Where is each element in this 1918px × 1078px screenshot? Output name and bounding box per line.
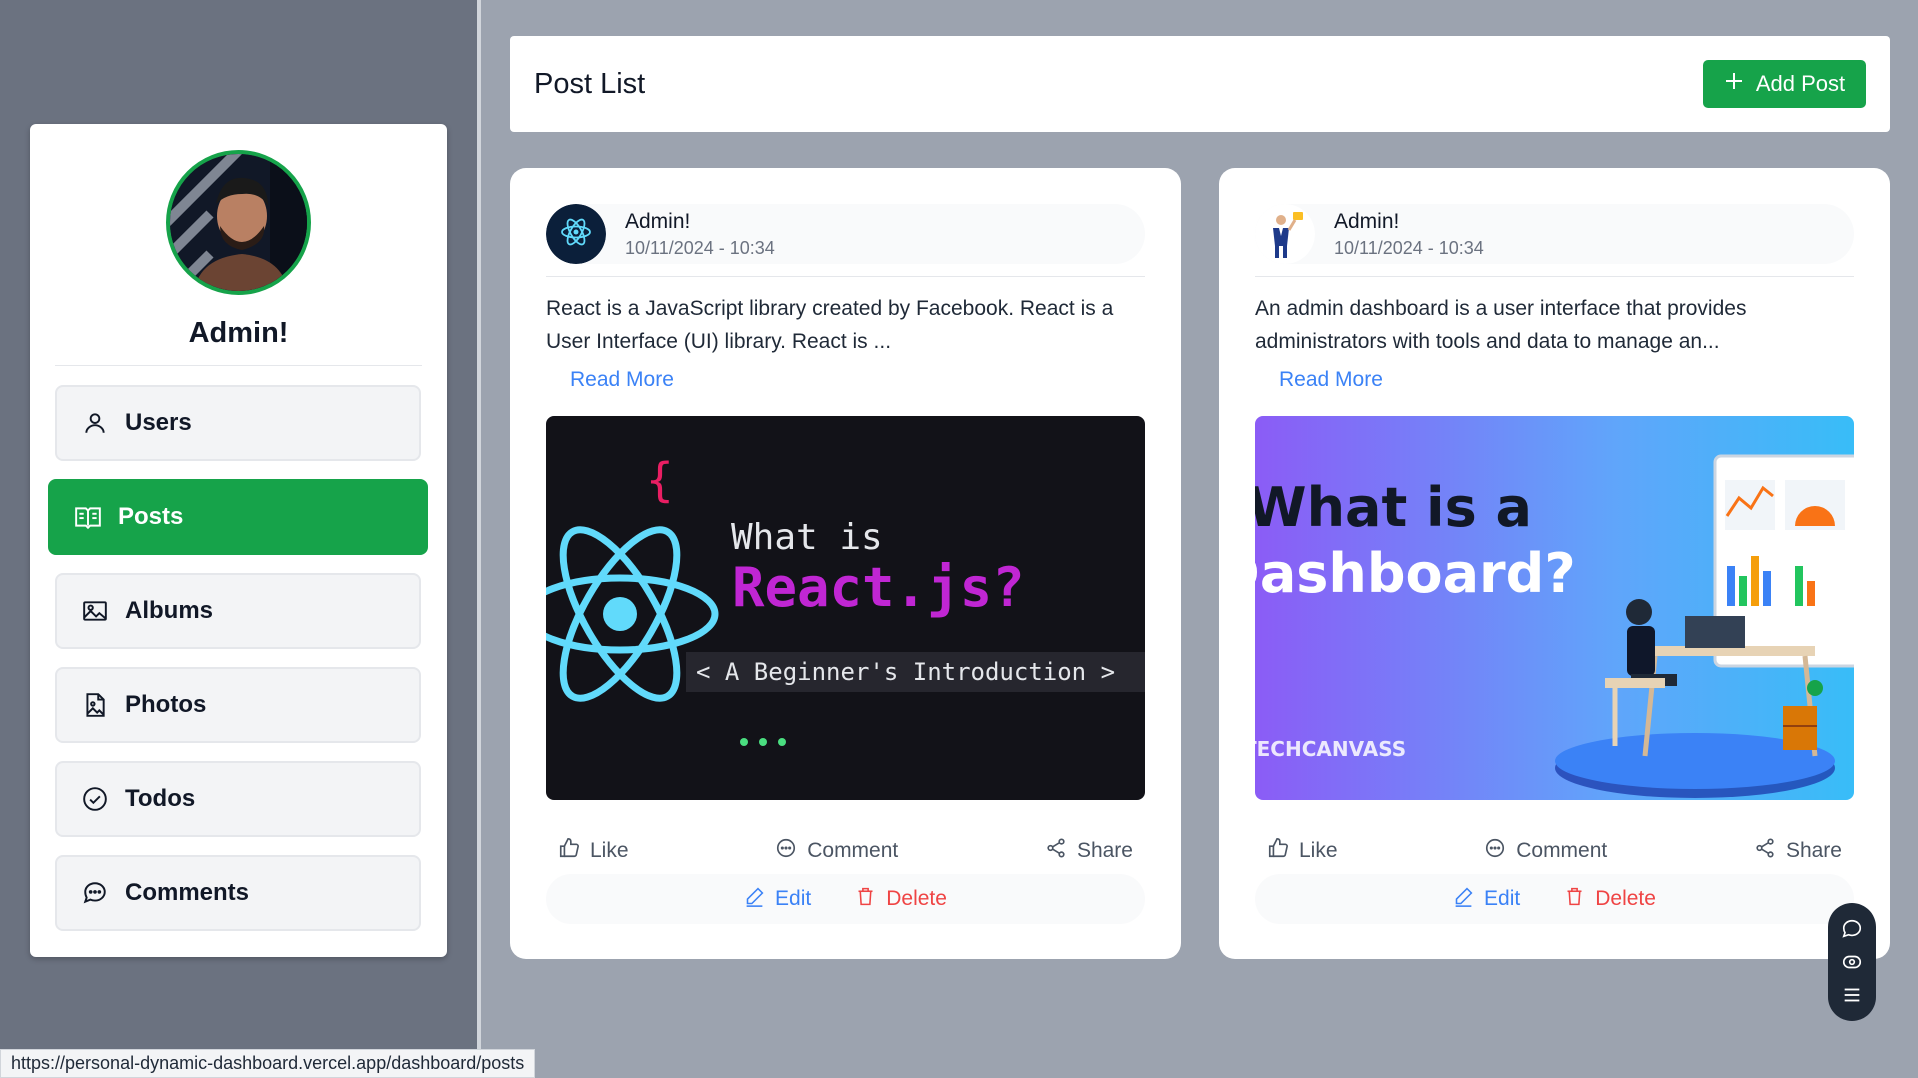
sidebar-item-photos[interactable]: Photos — [55, 667, 421, 743]
edit-label: Edit — [775, 887, 812, 910]
sidebar-divider — [477, 0, 481, 1078]
comment-label: Comment — [1516, 839, 1608, 862]
pencil-icon — [744, 886, 765, 913]
sidebar-item-label: Todos — [125, 785, 196, 812]
post-date: 10/11/2024 - 10:34 — [1334, 237, 1484, 258]
edit-button[interactable]: Edit — [744, 886, 811, 913]
delete-label: Delete — [1595, 887, 1656, 910]
delete-label: Delete — [886, 887, 947, 910]
comment-button[interactable]: Comment — [775, 837, 898, 865]
post-card: Admin! 10/11/2024 - 10:34 React is a Jav… — [510, 168, 1181, 959]
svg-text:{: { — [646, 453, 674, 507]
chat-bubble-icon[interactable] — [1841, 918, 1863, 940]
chat-icon — [81, 879, 109, 907]
post-actions: Like Comment Share — [546, 831, 1145, 871]
book-icon — [74, 503, 102, 531]
share-icon — [1754, 837, 1776, 865]
post-image: { What is React.js? < A Beginner's Intro… — [546, 416, 1145, 800]
edit-button[interactable]: Edit — [1453, 886, 1520, 913]
delete-button[interactable]: Delete — [855, 886, 947, 913]
floating-toolbar — [1828, 903, 1876, 1021]
trash-icon — [855, 886, 876, 913]
post-excerpt: An admin dashboard is a user interface t… — [1255, 297, 1747, 353]
post-card: Admin! 10/11/2024 - 10:34 An admin dashb… — [1219, 168, 1890, 959]
like-label: Like — [590, 839, 629, 862]
sidebar-item-label: Photos — [125, 691, 207, 718]
add-post-label: Add Post — [1755, 71, 1846, 96]
page-title: Post List — [534, 67, 646, 100]
post-author: Admin! — [625, 209, 691, 233]
check-circle-icon — [81, 785, 109, 813]
admin-avatar — [166, 150, 311, 295]
sidebar: Admin! Users Posts Albums Photos Todos C… — [30, 124, 447, 957]
like-label: Like — [1299, 839, 1338, 862]
sidebar-item-comments[interactable]: Comments — [55, 855, 421, 931]
trash-icon — [1564, 886, 1585, 913]
share-label: Share — [1076, 839, 1133, 862]
image-title: React.js? — [732, 556, 1025, 619]
like-button[interactable]: Like — [1267, 837, 1338, 865]
post-edit-bar: Edit Delete — [1255, 874, 1854, 924]
sidebar-item-posts[interactable]: Posts — [48, 479, 428, 555]
sidebar-item-albums[interactable]: Albums — [55, 573, 421, 649]
post-image: What is a Dashboard? TECHCANVASS — [1255, 416, 1854, 800]
thumbs-up-icon — [1267, 837, 1289, 865]
post-date: 10/11/2024 - 10:34 — [625, 237, 775, 258]
share-label: Share — [1785, 839, 1842, 862]
read-more-link[interactable]: Read More — [570, 368, 674, 392]
thumbs-up-icon — [558, 837, 580, 865]
comment-icon — [1484, 837, 1506, 865]
post-divider — [1255, 276, 1854, 277]
sidebar-item-label: Users — [125, 409, 192, 436]
file-image-icon — [81, 691, 109, 719]
image-icon — [81, 597, 109, 625]
post-author: Admin! — [1334, 209, 1400, 233]
status-bar-url: https://personal-dynamic-dashboard.verce… — [0, 1049, 536, 1078]
sidebar-item-users[interactable]: Users — [55, 385, 421, 461]
user-icon — [81, 409, 109, 437]
add-post-button[interactable]: Add Post — [1703, 60, 1866, 108]
comment-icon — [775, 837, 797, 865]
read-more-link[interactable]: Read More — [1279, 368, 1383, 392]
admin-name: Admin! — [188, 317, 289, 349]
page-header: Post List Add Post — [510, 36, 1890, 132]
share-button[interactable]: Share — [1045, 837, 1133, 865]
comment-label: Comment — [807, 839, 899, 862]
post-excerpt: React is a JavaScript library created by… — [546, 297, 1114, 353]
post-author-avatar — [546, 204, 606, 264]
delete-button[interactable]: Delete — [1564, 886, 1656, 913]
post-actions: Like Comment Share — [1255, 831, 1854, 871]
sidebar-item-todos[interactable]: Todos — [55, 761, 421, 837]
post-divider — [546, 276, 1145, 277]
sidebar-item-label: Posts — [118, 503, 184, 530]
comment-button[interactable]: Comment — [1484, 837, 1607, 865]
image-title: Dashboard? — [1255, 542, 1576, 605]
image-brand: TECHCANVASS — [1255, 737, 1406, 761]
post-header: Admin! 10/11/2024 - 10:34 — [1255, 204, 1854, 264]
sidebar-item-label: Albums — [125, 597, 214, 624]
plus-icon — [1724, 71, 1744, 97]
menu-icon[interactable] — [1841, 984, 1863, 1006]
share-icon — [1045, 837, 1067, 865]
sidebar-item-label: Comments — [125, 879, 250, 906]
eye-icon[interactable] — [1841, 951, 1863, 973]
post-author-avatar — [1255, 204, 1315, 264]
like-button[interactable]: Like — [558, 837, 629, 865]
image-headline: What is a — [1255, 476, 1532, 539]
image-subtitle: < A Beginner's Introduction > — [696, 658, 1115, 686]
image-headline: What is — [731, 517, 883, 558]
edit-label: Edit — [1484, 887, 1521, 910]
post-edit-bar: Edit Delete — [546, 874, 1145, 924]
share-button[interactable]: Share — [1754, 837, 1842, 865]
pencil-icon — [1453, 886, 1474, 913]
post-header: Admin! 10/11/2024 - 10:34 — [546, 204, 1145, 264]
sidebar-divider-line — [55, 365, 422, 366]
